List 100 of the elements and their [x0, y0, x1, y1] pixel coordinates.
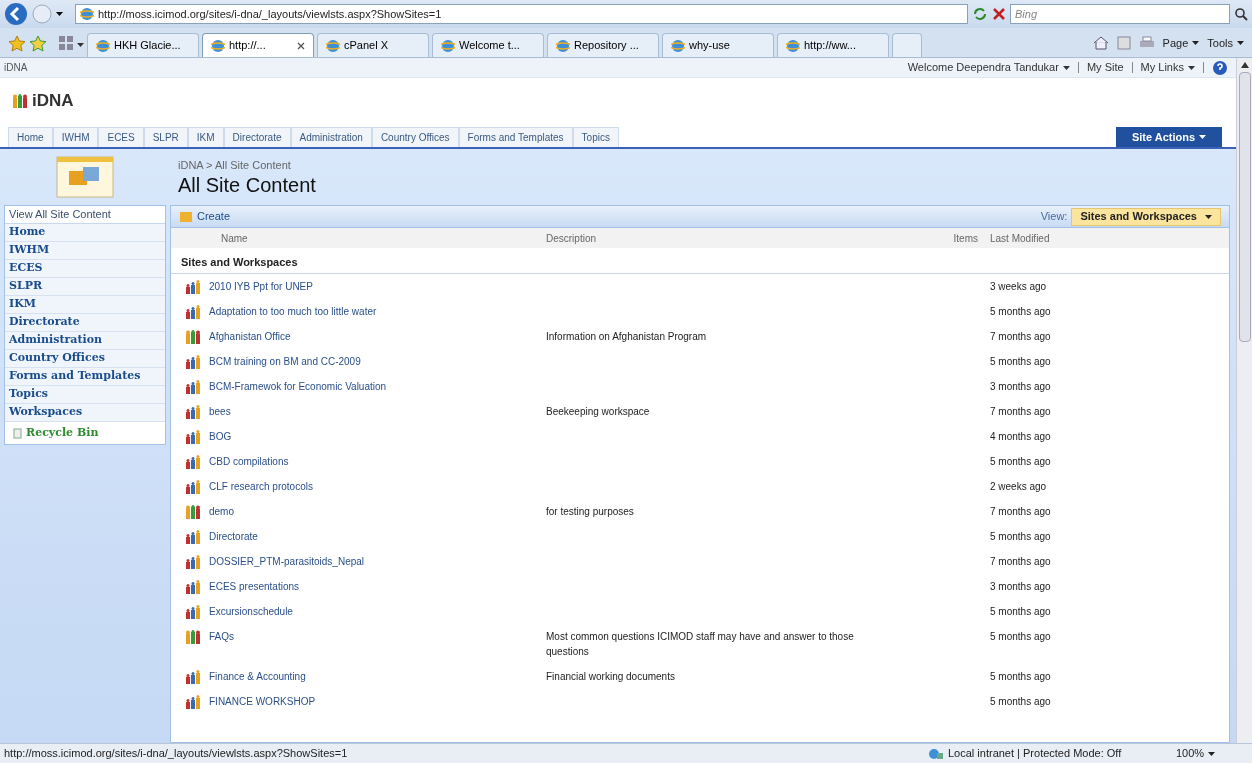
nav-tab[interactable]: ECES: [98, 127, 144, 147]
home-icon[interactable]: [1092, 35, 1109, 50]
quick-launch-item[interactable]: SLPR: [5, 278, 165, 296]
browser-tab[interactable]: Repository ...: [547, 33, 659, 57]
site-link[interactable]: Finance & Accounting: [209, 669, 306, 684]
column-header[interactable]: Name: [171, 230, 546, 246]
people-icon: [185, 304, 201, 319]
site-link[interactable]: Directorate: [209, 529, 258, 544]
site-link[interactable]: BCM training on BM and CC-2009: [209, 354, 361, 369]
site-link[interactable]: demo: [209, 504, 234, 519]
browser-tab[interactable]: HKH Glacie...: [87, 33, 199, 57]
grid-icon[interactable]: [58, 35, 74, 51]
quick-launch-item[interactable]: Topics: [5, 386, 165, 404]
site-name[interactable]: iDNA: [4, 60, 28, 75]
nav-tab[interactable]: Forms and Templates: [458, 127, 573, 147]
my-site-link[interactable]: My Site: [1086, 59, 1124, 76]
nav-tab[interactable]: Directorate: [223, 127, 291, 147]
quick-launch-item[interactable]: IWHM: [5, 242, 165, 260]
modified-text: 3 weeks ago: [990, 280, 1047, 294]
modified-text: 5 months ago: [990, 305, 1051, 319]
globe-icon: [671, 38, 685, 53]
site-link[interactable]: bees: [209, 404, 231, 419]
site-link[interactable]: Afghanistan Office: [209, 329, 291, 344]
nav-tab[interactable]: Topics: [572, 127, 619, 147]
site-link[interactable]: FAQs: [209, 629, 234, 644]
welcome-menu[interactable]: Welcome Deependra Tandukar: [907, 59, 1070, 76]
globe-icon: [80, 7, 94, 21]
browser-tab[interactable]: why-use: [662, 33, 774, 57]
quick-launch-item[interactable]: Forms and Templates: [5, 368, 165, 386]
globe-icon: [211, 38, 225, 53]
site-link[interactable]: Excursionschedule: [209, 604, 293, 619]
site-link[interactable]: FINANCE WORKSHOP: [209, 694, 316, 709]
security-zone: Local intranet | Protected Mode: Off: [948, 746, 1122, 762]
site-link[interactable]: BCM-Framewok for Economic Valuation: [209, 379, 387, 394]
recycle-bin-link[interactable]: Recycle Bin: [5, 422, 165, 444]
nav-tab[interactable]: IKM: [187, 127, 224, 147]
nav-tab[interactable]: IWHM: [52, 127, 99, 147]
quick-launch-item[interactable]: ECES: [5, 260, 165, 278]
site-link[interactable]: 2010 IYB Ppt for UNEP: [209, 279, 313, 294]
help-icon[interactable]: [1212, 59, 1228, 76]
quick-launch-item[interactable]: Workspaces: [5, 404, 165, 422]
globe-icon: [441, 38, 455, 53]
create-button[interactable]: Create: [179, 208, 231, 225]
close-icon[interactable]: [297, 41, 305, 50]
search-icon[interactable]: [1234, 7, 1248, 21]
caret-icon: [1237, 40, 1244, 45]
zoom-button[interactable]: 100%: [1168, 745, 1248, 762]
site-link[interactable]: DOSSIER_PTM-parasitoids_Nepal: [209, 554, 365, 569]
view-label: View:: [1040, 209, 1068, 225]
recycle-bin-icon: [13, 427, 22, 439]
people-icon: [185, 479, 201, 494]
site-link[interactable]: BOG: [209, 429, 232, 444]
star-icon[interactable]: [29, 35, 47, 53]
view-dropdown[interactable]: Sites and Workspaces: [1071, 207, 1221, 226]
scroll-up-icon[interactable]: [1240, 62, 1249, 68]
browser-tab[interactable]: cPanel X: [317, 33, 429, 57]
modified-text: 5 months ago: [990, 355, 1051, 369]
breadcrumb[interactable]: iDNA > All Site Content: [178, 156, 1230, 174]
people-icon: [185, 579, 201, 594]
site-link[interactable]: CLF research protocols: [209, 479, 313, 494]
browser-tab[interactable]: http://ww...: [777, 33, 889, 57]
site-link[interactable]: CBD compilations: [209, 454, 289, 469]
close-icon[interactable]: [992, 7, 1006, 21]
refresh-icon[interactable]: [972, 6, 988, 22]
quick-launch-item[interactable]: Directorate: [5, 314, 165, 332]
nav-tab[interactable]: Administration: [290, 127, 372, 147]
site-actions-button[interactable]: Site Actions: [1116, 127, 1222, 147]
quick-launch-item[interactable]: IKM: [5, 296, 165, 314]
caret-icon: [77, 43, 84, 47]
nav-tab[interactable]: Home: [8, 127, 53, 147]
command-button[interactable]: Tools: [1207, 34, 1244, 51]
modified-text: 2 weeks ago: [990, 480, 1047, 494]
description-text: Financial working documents: [546, 671, 675, 682]
site-link[interactable]: Adaptation to too much too little water: [209, 304, 377, 319]
browser-tab[interactable]: Welcome t...: [432, 33, 544, 57]
back-icon[interactable]: [4, 2, 28, 26]
caret-icon: [56, 12, 63, 16]
address-field[interactable]: http://moss.icimod.org/sites/i-dna/_layouts/viewlsts.aspx?ShowSites=1: [75, 4, 968, 24]
quick-launch-item[interactable]: Administration: [5, 332, 165, 350]
browser-tab[interactable]: http://...: [202, 33, 314, 57]
column-header[interactable]: Last Modified: [990, 230, 1050, 246]
command-button[interactable]: Page: [1162, 34, 1200, 51]
modified-text: 3 months ago: [990, 580, 1051, 594]
quick-launch-item[interactable]: Country Offices: [5, 350, 165, 368]
scrollbar[interactable]: [1236, 58, 1252, 743]
site-link[interactable]: ECES presentations: [209, 579, 300, 594]
forward-icon[interactable]: [32, 4, 52, 24]
my-links-menu[interactable]: My Links: [1140, 59, 1195, 76]
description-text: Most common questions ICIMOD staff may have and answer to those questions: [546, 631, 854, 657]
nav-tab[interactable]: SLPR: [143, 127, 188, 147]
quick-launch-item[interactable]: Home: [5, 224, 165, 242]
site-title[interactable]: iDNA: [32, 88, 74, 114]
column-header[interactable]: Items: [932, 230, 978, 246]
column-header[interactable]: Description: [546, 230, 932, 246]
printer-icon[interactable]: [1138, 35, 1155, 50]
modified-text: 5 months ago: [990, 630, 1051, 644]
search-field[interactable]: Bing: [1010, 4, 1230, 24]
people-icon: [185, 554, 201, 569]
star-icon[interactable]: [8, 35, 26, 53]
nav-tab[interactable]: Country Offices: [371, 127, 459, 147]
